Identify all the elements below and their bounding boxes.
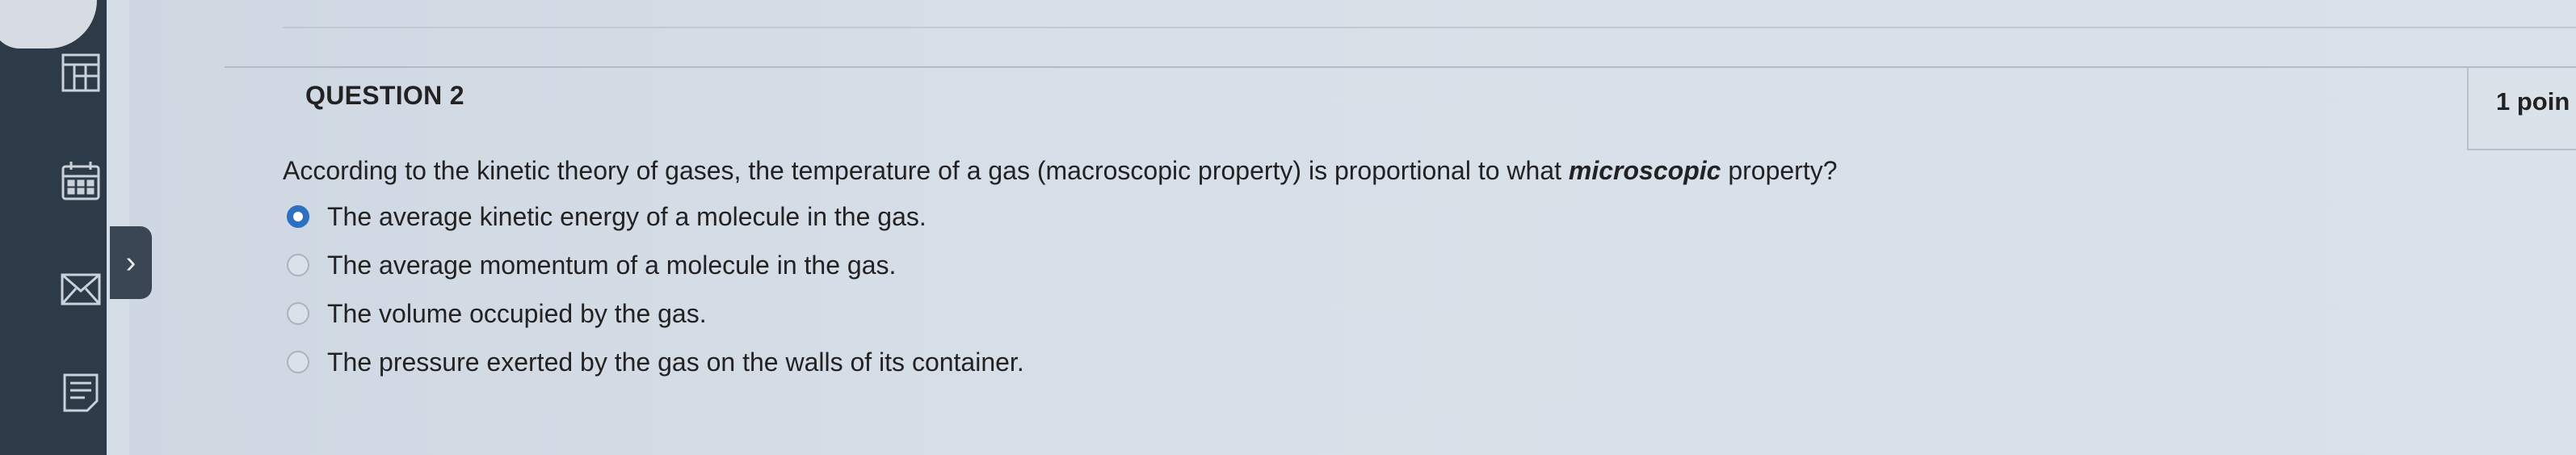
radio-button[interactable] xyxy=(287,254,309,276)
document-icon[interactable] xyxy=(58,370,103,415)
prompt-text: According to the kinetic theory of gases… xyxy=(283,156,1569,185)
answer-option-label: The average kinetic energy of a molecule… xyxy=(327,201,927,231)
profile-avatar[interactable] xyxy=(0,0,97,48)
chevron-right-icon: › xyxy=(125,245,137,280)
question-prompt: According to the kinetic theory of gases… xyxy=(283,156,1838,186)
prompt-text-end: property? xyxy=(1721,156,1838,185)
radio-button[interactable] xyxy=(287,351,309,373)
mail-icon[interactable] xyxy=(58,267,103,312)
answer-option-2[interactable]: The average momentum of a molecule in th… xyxy=(287,247,896,283)
radio-button-selected[interactable] xyxy=(287,205,309,228)
divider xyxy=(283,27,2576,28)
question-divider xyxy=(225,66,2576,68)
expand-panel-button[interactable]: › xyxy=(110,226,152,299)
answer-option-1[interactable]: The average kinetic energy of a molecule… xyxy=(287,199,927,234)
answer-option-label: The volume occupied by the gas. xyxy=(327,298,707,328)
question-title: QUESTION 2 xyxy=(305,81,464,110)
radio-button[interactable] xyxy=(287,302,309,325)
question-points: 1 poin xyxy=(2496,87,2570,116)
answer-option-label: The pressure exerted by the gas on the w… xyxy=(327,347,1024,377)
answer-option-label: The average momentum of a molecule in th… xyxy=(327,250,897,280)
table-icon[interactable] xyxy=(58,50,103,95)
calendar-icon[interactable] xyxy=(58,158,103,204)
answer-option-4[interactable]: The pressure exerted by the gas on the w… xyxy=(287,344,1024,380)
prompt-emphasis: microscopic xyxy=(1568,156,1721,185)
answer-option-3[interactable]: The volume occupied by the gas. xyxy=(287,296,707,331)
left-nav-rail xyxy=(0,0,107,455)
